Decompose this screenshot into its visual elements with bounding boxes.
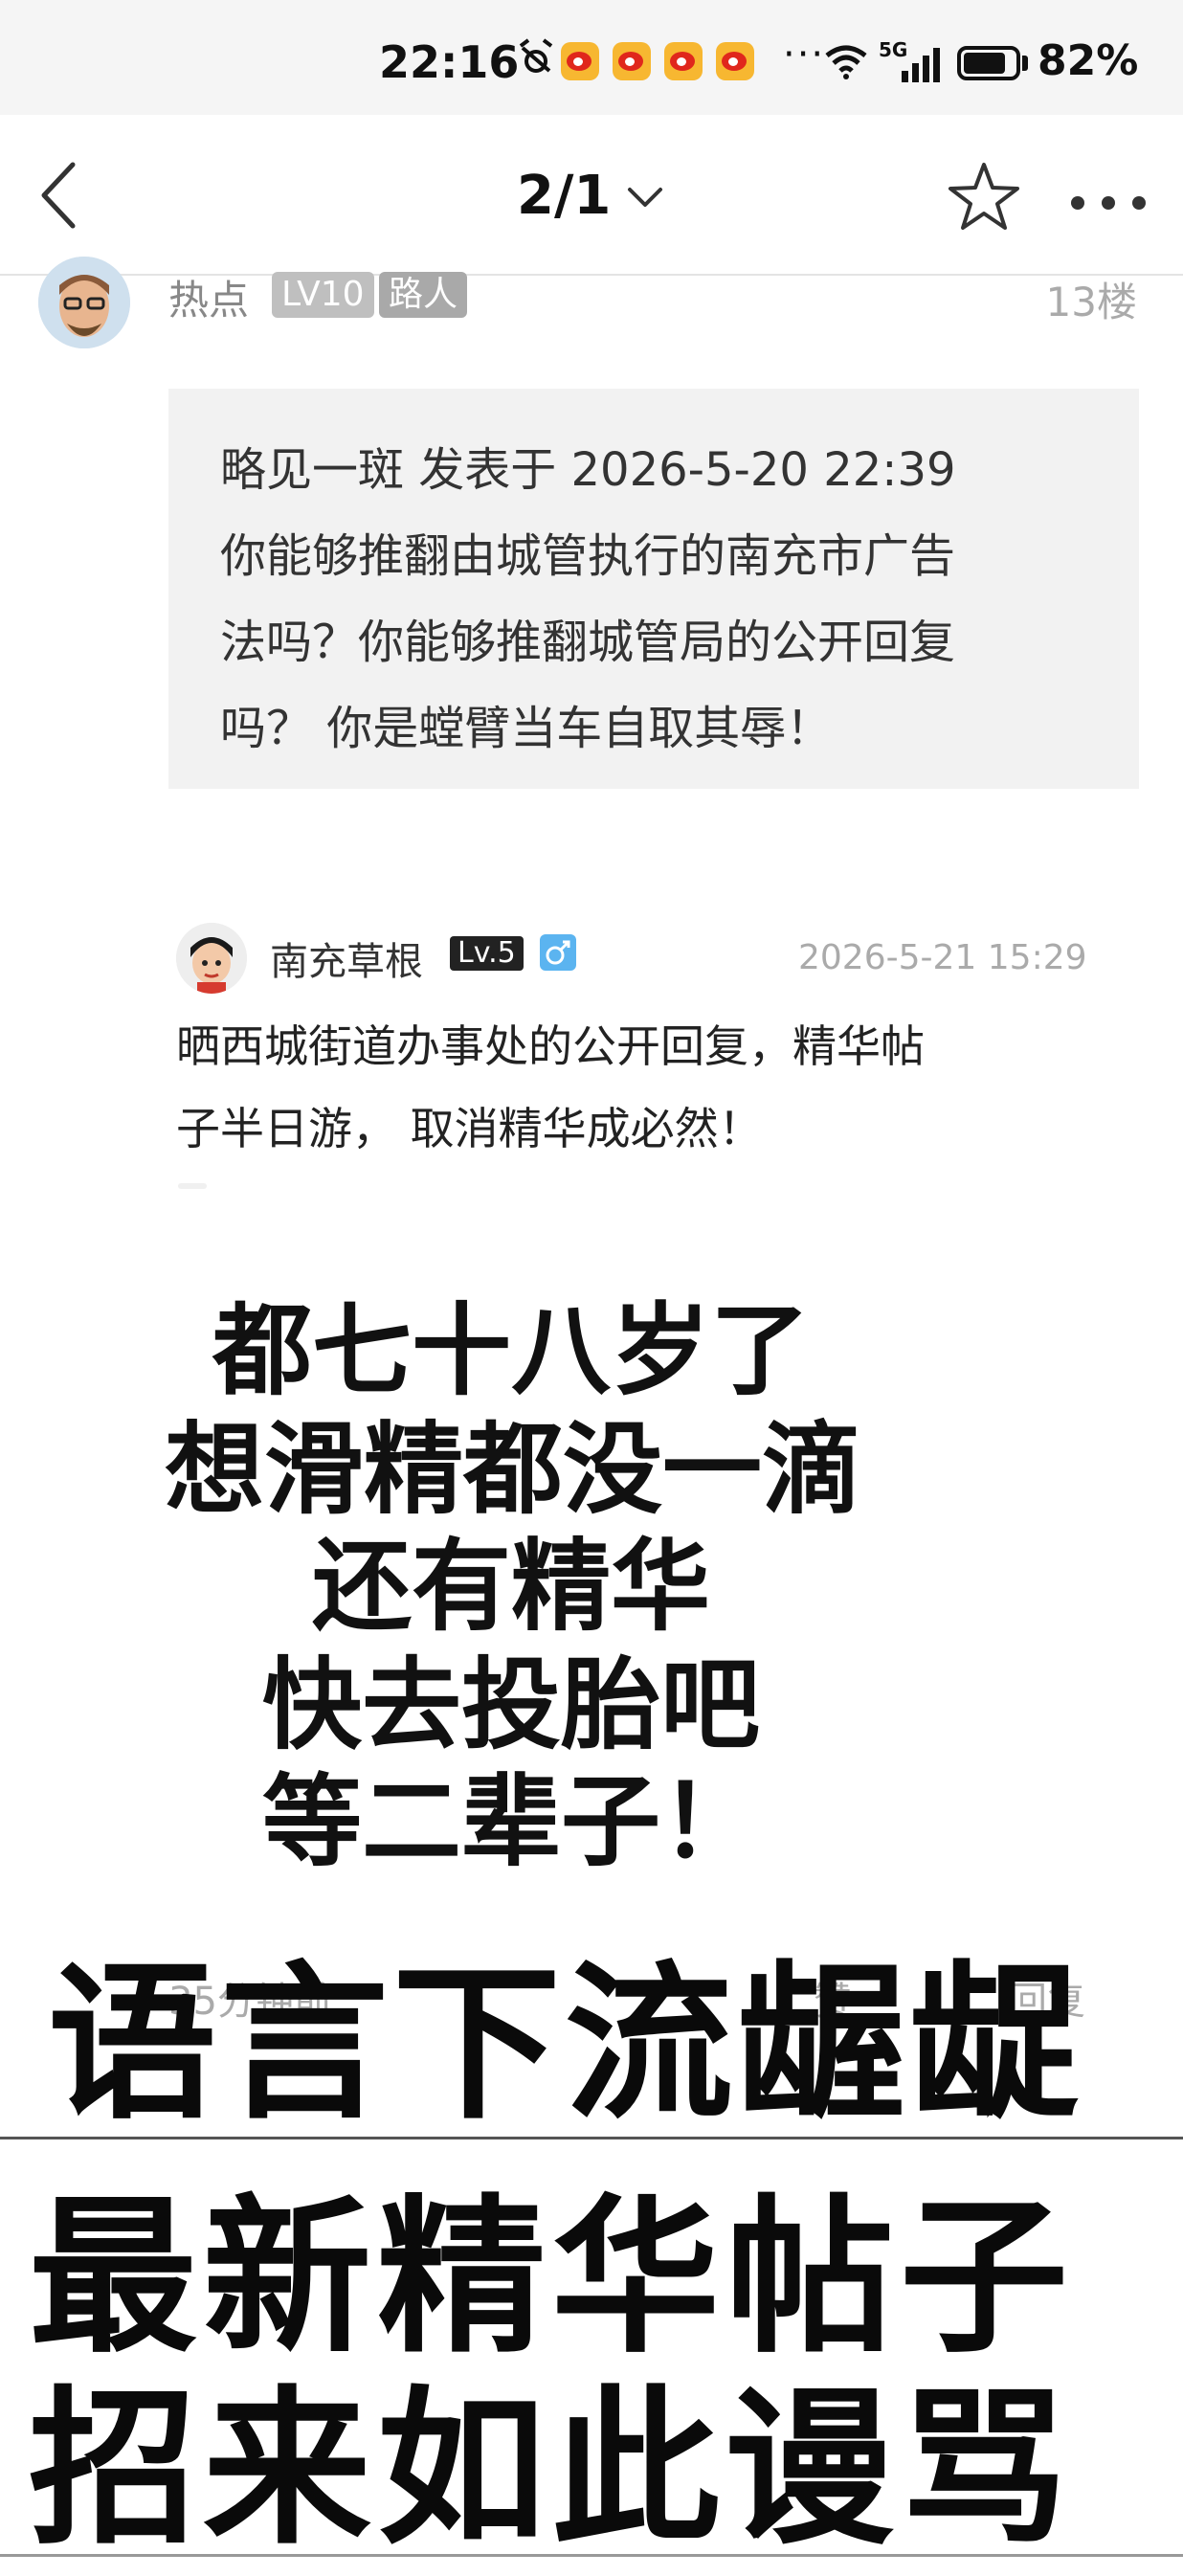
weibo-icon <box>664 42 703 80</box>
divider <box>178 1183 207 1189</box>
level-badge: Lv.5 <box>450 936 524 971</box>
battery-fill <box>964 53 1005 74</box>
status-time: 22:16 <box>379 36 520 88</box>
male-icon <box>540 934 576 971</box>
more-icon[interactable] <box>1068 193 1149 213</box>
weibo-icon <box>716 42 754 80</box>
reply-username[interactable]: 南充草根 <box>270 930 423 986</box>
weibo-icon <box>561 42 599 80</box>
username[interactable]: 热点 <box>168 268 249 326</box>
signal-icon <box>902 48 940 82</box>
back-icon[interactable] <box>34 159 82 232</box>
overlay-caption: 语言下流龌龊 <box>48 1944 1083 2142</box>
chevron-down-icon[interactable] <box>626 184 664 211</box>
page-indicator[interactable]: 2/1 <box>517 165 611 227</box>
quoted-post[interactable]: 略见一斑 发表于 2026-5-20 22:39 你能够推翻由城管执行的南充市广… <box>168 389 1139 789</box>
reply-line: 子半日游， 取消精华成必然！ <box>176 1103 763 1154</box>
floor-number: 13楼 <box>1045 279 1137 325</box>
avatar[interactable] <box>38 257 130 348</box>
quote-line: 略见一斑 发表于 2026-5-20 22:39 <box>220 443 956 497</box>
top-nav: 2/1 <box>0 115 1183 276</box>
alarm-off-icon <box>517 38 555 86</box>
level-badge: LV10 <box>272 272 374 318</box>
overlay-caption: 招来如此谩骂 <box>29 2369 1075 2567</box>
reply-body: 晒西城街道办事处的公开回复，精华帖 子半日游， 取消精华成必然！ <box>176 1005 1095 1170</box>
battery-percent: 82% <box>1038 36 1139 85</box>
status-bar: 22:16 ··· 5G 82% <box>0 0 1183 115</box>
quote-line: 你能够推翻由城管执行的南充市广告 <box>220 529 956 583</box>
divider <box>0 2137 1183 2139</box>
wifi-icon <box>825 45 867 79</box>
battery-icon <box>957 46 1020 80</box>
reply-timestamp: 2026-5-21 15:29 <box>798 938 1087 977</box>
overlay-text-line: 等二辈子！ <box>262 1763 761 1880</box>
weibo-icon <box>613 42 651 80</box>
more-notifications: ··· <box>783 33 826 77</box>
reply-line: 晒西城街道办事处的公开回复，精华帖 <box>176 1020 925 1072</box>
quote-line: 法吗？你能够推翻城管局的公开回复 <box>220 616 956 669</box>
role-badge: 路人 <box>379 272 468 318</box>
battery-tip <box>1022 56 1028 71</box>
star-icon[interactable] <box>948 161 1020 232</box>
divider <box>0 2554 1183 2557</box>
quote-line: 吗？ 你是螳臂当车自取其辱！ <box>220 702 833 755</box>
avatar[interactable] <box>176 923 247 994</box>
